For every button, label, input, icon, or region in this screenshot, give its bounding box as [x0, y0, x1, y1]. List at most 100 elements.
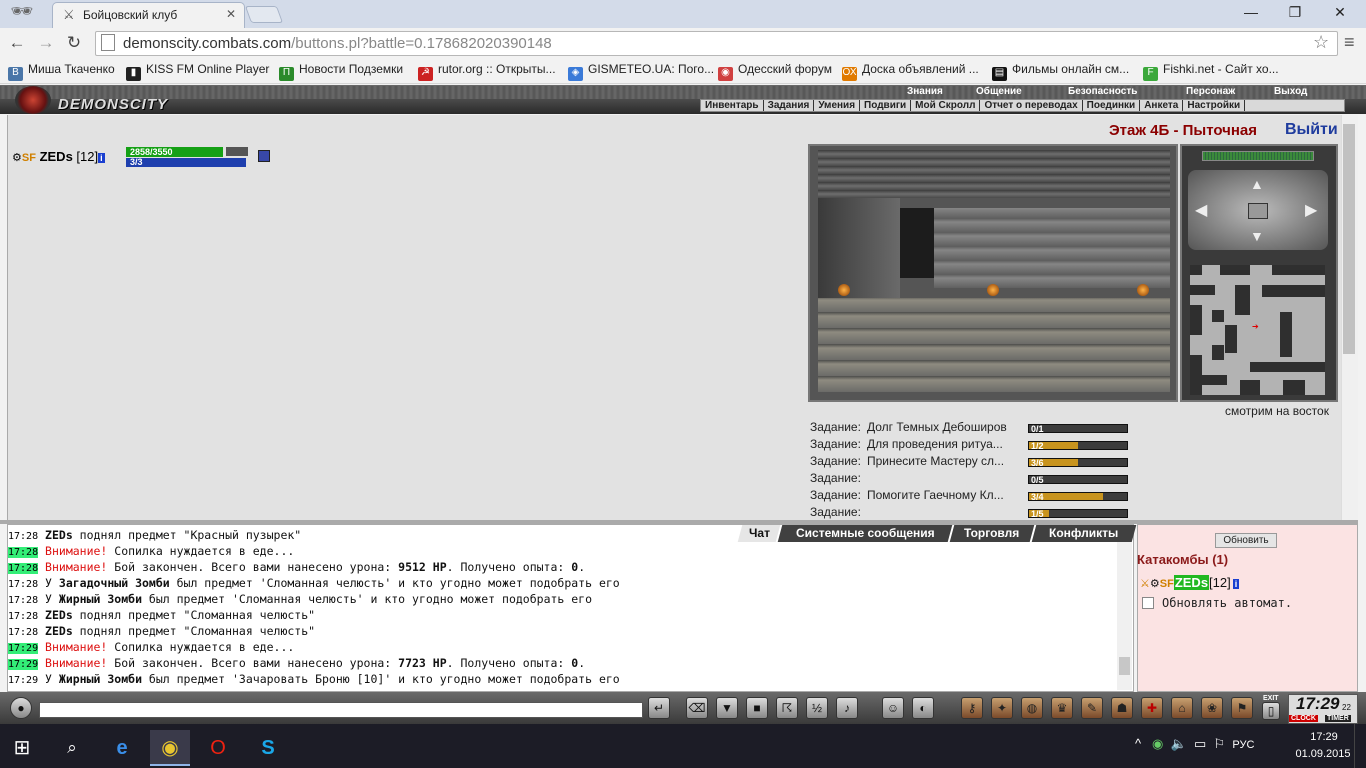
- bookmark-star-icon[interactable]: ☆: [1313, 32, 1329, 53]
- info-icon[interactable]: i: [98, 153, 105, 163]
- quest-title[interactable]: Долг Темных Дебоширов: [867, 420, 1007, 434]
- skype-icon[interactable]: S: [248, 730, 288, 766]
- send-icon[interactable]: ↵: [648, 697, 670, 719]
- forward-arrow-icon[interactable]: ▲: [1250, 176, 1264, 192]
- chat-tab-0[interactable]: Чат: [737, 525, 781, 542]
- magic-icon[interactable]: ✦: [991, 697, 1013, 719]
- refresh-view-icon[interactable]: [1248, 203, 1268, 219]
- bookmark-item[interactable]: В Миша Ткаченко: [8, 62, 115, 81]
- clear-icon[interactable]: ⌫: [686, 697, 708, 719]
- game-nav-1[interactable]: Общение: [976, 86, 1022, 98]
- tray-expand-icon[interactable]: ^: [1135, 736, 1141, 751]
- room-player[interactable]: ⚔⚙SFZEDs[12] i: [1140, 575, 1240, 590]
- game-nav-3[interactable]: Персонаж: [1186, 86, 1235, 98]
- chat-name[interactable]: ZEDs: [45, 608, 73, 622]
- show-desktop-button[interactable]: [1354, 724, 1366, 768]
- game-nav-0[interactable]: Знания: [907, 86, 943, 98]
- chrome-icon[interactable]: ◉: [150, 730, 190, 766]
- close-tab-icon[interactable]: ✕: [226, 7, 236, 21]
- turn-right-arrow-icon[interactable]: ▶: [1305, 200, 1317, 220]
- quest-scroll-icon[interactable]: ✎: [1081, 697, 1103, 719]
- scroll-icon[interactable]: ½: [806, 697, 828, 719]
- game-subnav-3[interactable]: Подвиги: [860, 100, 912, 111]
- flag-icon[interactable]: ⚑: [1231, 697, 1253, 719]
- game-subnav-2[interactable]: Умения: [814, 100, 861, 111]
- bookmark-item[interactable]: ▤ Фильмы онлайн см...: [992, 62, 1129, 81]
- close-window-icon[interactable]: ✕: [1329, 4, 1351, 22]
- bookmark-item[interactable]: F Fishki.net - Сайт хо...: [1143, 62, 1279, 81]
- game-subnav-0[interactable]: Инвентарь: [701, 100, 764, 111]
- chat-timestamp[interactable]: 17:29: [8, 659, 39, 670]
- bag-icon[interactable]: ◍: [1021, 697, 1043, 719]
- chat-name[interactable]: Жирный Зомби: [59, 592, 142, 606]
- url-text[interactable]: demonscity.combats.com/buttons.pl?battle…: [123, 35, 552, 52]
- chat-scrollbar-thumb[interactable]: [1119, 657, 1130, 675]
- chat-name[interactable]: ZEDs: [45, 528, 73, 542]
- chat-name[interactable]: 9512 HP: [398, 560, 446, 574]
- game-subnav-6[interactable]: Поединки: [1083, 100, 1141, 111]
- chat-name[interactable]: Жирный Зомби: [59, 672, 142, 686]
- filter-icon[interactable]: ▼: [716, 697, 738, 719]
- chat-face-icon[interactable]: ●: [10, 697, 32, 719]
- clock-mode-label[interactable]: CLOCK: [1289, 715, 1318, 722]
- quest-title[interactable]: Принесите Мастеру сл...: [867, 454, 1004, 468]
- chat-timestamp[interactable]: 17:29: [8, 643, 39, 654]
- chat-timestamp[interactable]: 17:28: [8, 595, 38, 606]
- reload-icon[interactable]: ↻: [63, 33, 85, 53]
- bookmark-item[interactable]: ◉ Одесский форум: [718, 62, 832, 81]
- helmet-icon[interactable]: ◐: [912, 697, 934, 719]
- paw-icon[interactable]: ❀: [1201, 697, 1223, 719]
- room-player-name[interactable]: ZEDs: [1173, 575, 1210, 590]
- volume-icon[interactable]: 🔈: [1171, 736, 1187, 751]
- chat-name[interactable]: 7723 HP: [398, 656, 446, 670]
- browser-tab[interactable]: ⚔ Бойцовский клуб ✕: [52, 2, 245, 28]
- exit-door-icon[interactable]: ▯: [1262, 702, 1280, 720]
- game-subnav-8[interactable]: Настройки: [1183, 100, 1246, 111]
- chat-timestamp[interactable]: 17:28: [8, 611, 38, 622]
- bookmark-item[interactable]: ОХ Доска объявлений ...: [842, 62, 979, 81]
- opera-icon[interactable]: O: [198, 730, 238, 766]
- turn-left-arrow-icon[interactable]: ◀: [1195, 200, 1207, 220]
- smile-icon[interactable]: ☺: [882, 697, 904, 719]
- chat-timestamp[interactable]: 17:28: [8, 579, 38, 590]
- game-subnav-4[interactable]: Мой Скролл: [911, 100, 981, 111]
- keyboard-language[interactable]: РУС: [1232, 739, 1254, 751]
- chat-timestamp[interactable]: 17:28: [8, 547, 39, 558]
- timer-mode-label[interactable]: TIMER: [1325, 715, 1351, 722]
- heal-icon[interactable]: ✚: [1141, 697, 1163, 719]
- back-arrow-icon[interactable]: ▼: [1250, 228, 1264, 244]
- game-subnav-5[interactable]: Отчет о переводах: [980, 100, 1083, 111]
- bookmark-item[interactable]: ▮ KISS FM Online Player: [126, 62, 269, 81]
- refresh-button[interactable]: Обновить: [1215, 533, 1277, 548]
- bookmark-item[interactable]: ☭ rutor.org :: Открыты...: [418, 62, 556, 81]
- main-scrollbar-thumb[interactable]: [1343, 124, 1355, 354]
- group-icon[interactable]: ☗: [1111, 697, 1133, 719]
- shop-icon[interactable]: ⌂: [1171, 697, 1193, 719]
- chat-name[interactable]: Загадочный Зомби: [59, 576, 170, 590]
- flag-tray-icon[interactable]: ⚐: [1213, 736, 1225, 751]
- bookmark-item[interactable]: П Новости Подземки: [279, 62, 403, 81]
- chat-timestamp[interactable]: 17:28: [8, 563, 39, 574]
- chat-timestamp[interactable]: 17:29: [8, 675, 38, 686]
- walk-icon[interactable]: ☈: [776, 697, 798, 719]
- taskbar-date[interactable]: 01.09.2015: [1294, 748, 1352, 760]
- treasure-icon[interactable]: ♛: [1051, 697, 1073, 719]
- back-icon[interactable]: ←: [6, 33, 28, 53]
- chat-timestamp[interactable]: 17:28: [8, 531, 38, 542]
- game-nav-2[interactable]: Безопасность: [1068, 86, 1137, 98]
- network-icon[interactable]: ▭: [1194, 736, 1206, 751]
- quest-title[interactable]: Помогите Гаечному Кл...: [867, 488, 1004, 502]
- chat-name[interactable]: ZEDs: [45, 624, 73, 638]
- chat-input[interactable]: [39, 702, 643, 718]
- minimize-icon[interactable]: —: [1240, 4, 1262, 22]
- game-nav-4[interactable]: Выход: [1274, 86, 1307, 98]
- taskbar-time[interactable]: 17:29: [1298, 731, 1350, 743]
- sound-icon[interactable]: ♪: [836, 697, 858, 719]
- chat-tab-1[interactable]: Системные сообщения: [777, 525, 953, 542]
- effect-icon[interactable]: [258, 150, 270, 162]
- chat-tab-3[interactable]: Конфликты: [1031, 525, 1137, 542]
- utorrent-icon[interactable]: ◉: [1152, 736, 1163, 751]
- edge-icon[interactable]: e: [102, 730, 142, 766]
- game-subnav-1[interactable]: Задания: [764, 100, 815, 111]
- info-icon[interactable]: i: [1232, 579, 1240, 589]
